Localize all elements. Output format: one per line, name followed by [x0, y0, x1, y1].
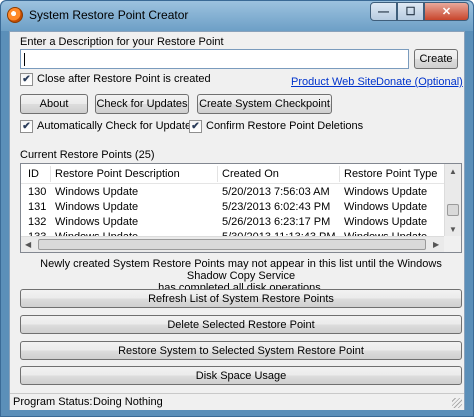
title-bar[interactable]: System Restore Point Creator — ☐ ✕	[1, 1, 473, 31]
delete-restore-point-button[interactable]: Delete Selected Restore Point	[20, 315, 462, 334]
app-window: System Restore Point Creator — ☐ ✕ Enter…	[0, 0, 474, 417]
column-header-id[interactable]: ID	[28, 168, 39, 180]
scroll-up-icon[interactable]: ▲	[449, 167, 457, 176]
horizontal-scrollbar[interactable]: ◀ ▶	[21, 236, 446, 252]
column-header-created-on[interactable]: Created On	[222, 168, 279, 180]
column-header-description[interactable]: Restore Point Description	[55, 168, 180, 180]
cell-created-on: 5/23/2013 6:02:43 PM	[222, 201, 331, 213]
cell-created-on: 5/26/2013 6:23:17 PM	[222, 216, 331, 228]
restore-points-label: Current Restore Points (25)	[20, 149, 155, 161]
notice-line-1: Newly created System Restore Points may …	[40, 258, 442, 282]
vertical-scroll-thumb[interactable]	[447, 204, 459, 216]
close-after-label: Close after Restore Point is created	[37, 73, 211, 85]
status-bar: Program Status: Doing Nothing	[10, 393, 464, 410]
auto-check-updates-checkbox[interactable]: ✔	[20, 120, 33, 133]
cell-id: 132	[28, 216, 47, 228]
client-area: Enter a Description for your Restore Poi…	[9, 31, 465, 410]
cell-id: 130	[28, 186, 47, 198]
column-header-type[interactable]: Restore Point Type	[344, 168, 437, 180]
close-after-checkbox[interactable]: ✔	[20, 73, 33, 86]
auto-check-updates-label: Automatically Check for Updates	[37, 120, 197, 132]
table-row[interactable]: 130 Windows Update 5/20/2013 7:56:03 AM …	[21, 185, 451, 199]
scroll-right-icon[interactable]: ▶	[433, 240, 439, 249]
description-label: Enter a Description for your Restore Poi…	[20, 36, 224, 48]
scroll-corner	[444, 236, 461, 252]
table-row[interactable]: 131 Windows Update 5/23/2013 6:02:43 PM …	[21, 200, 451, 214]
list-header: ID Restore Point Description Created On …	[21, 164, 451, 184]
confirm-deletions-checkbox[interactable]: ✔	[189, 120, 202, 133]
product-web-site-link[interactable]: Product Web Site	[291, 76, 376, 88]
create-checkpoint-button[interactable]: Create System Checkpoint	[197, 94, 332, 114]
minimize-button[interactable]: —	[370, 2, 397, 21]
text-caret	[24, 53, 25, 66]
status-label: Program Status:	[13, 396, 93, 408]
about-button[interactable]: About	[20, 94, 88, 114]
cell-type: Windows Update	[344, 216, 428, 228]
caption-buttons: — ☐ ✕	[370, 2, 469, 21]
disk-space-usage-button[interactable]: Disk Space Usage	[20, 366, 462, 385]
refresh-list-button[interactable]: Refresh List of System Restore Points	[20, 289, 462, 308]
window-title: System Restore Point Creator	[29, 8, 189, 22]
vertical-scrollbar[interactable]: ▲ ▼	[444, 164, 461, 237]
resize-grip-icon[interactable]	[452, 398, 462, 408]
restore-points-list[interactable]: ID Restore Point Description Created On …	[20, 163, 462, 253]
column-divider	[339, 166, 340, 182]
create-button[interactable]: Create	[414, 49, 458, 69]
confirm-deletions-label: Confirm Restore Point Deletions	[206, 120, 364, 132]
check-for-updates-button[interactable]: Check for Updates	[95, 94, 189, 114]
cell-description: Windows Update	[55, 216, 139, 228]
column-divider	[50, 166, 51, 182]
table-row[interactable]: 132 Windows Update 5/26/2013 6:23:17 PM …	[21, 215, 451, 229]
maximize-button[interactable]: ☐	[397, 2, 424, 21]
cell-type: Windows Update	[344, 186, 428, 198]
status-value: Doing Nothing	[93, 396, 163, 408]
scroll-down-icon[interactable]: ▼	[449, 225, 457, 234]
cell-created-on: 5/20/2013 7:56:03 AM	[222, 186, 330, 198]
app-icon	[7, 7, 23, 23]
cell-description: Windows Update	[55, 201, 139, 213]
description-input[interactable]	[20, 49, 409, 69]
restore-system-button[interactable]: Restore System to Selected System Restor…	[20, 341, 462, 360]
scroll-left-icon[interactable]: ◀	[25, 240, 31, 249]
cell-description: Windows Update	[55, 186, 139, 198]
donate-link[interactable]: Donate (Optional)	[376, 76, 463, 88]
close-button[interactable]: ✕	[424, 2, 469, 21]
cell-type: Windows Update	[344, 201, 428, 213]
horizontal-scroll-thumb[interactable]	[38, 239, 426, 250]
cell-id: 131	[28, 201, 47, 213]
column-divider	[217, 166, 218, 182]
